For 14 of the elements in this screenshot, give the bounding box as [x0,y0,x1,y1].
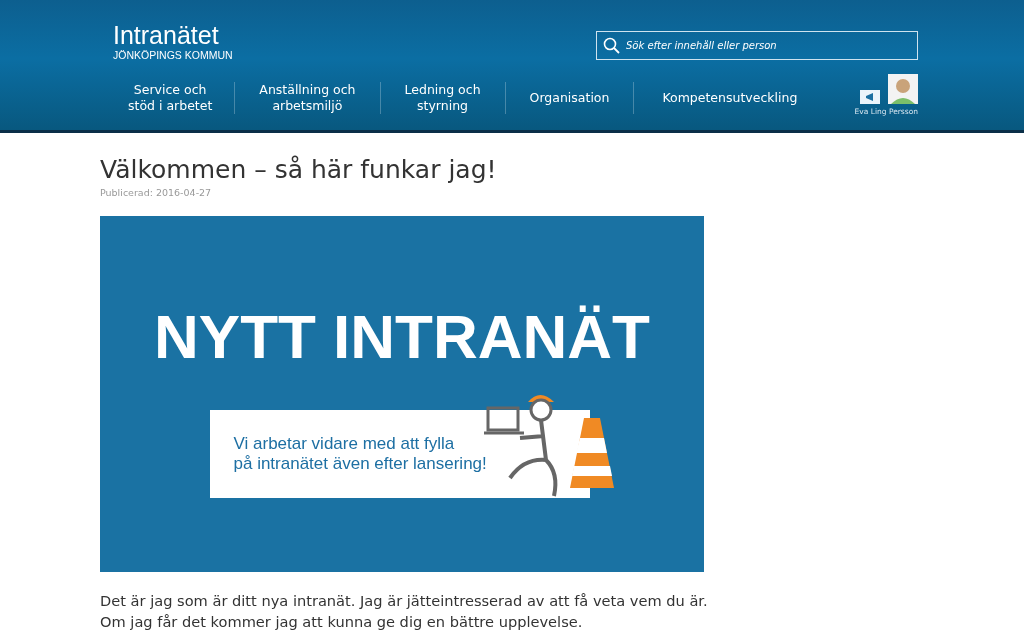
article-title: Välkommen – så här funkar jag! [100,155,498,185]
article-body: Det är jag som är ditt nya intranät. Jag är jätteintresserad av att få veta vem du är. Om jag får det kommer jag att kunna ge dig en bättre upplevelse. [100,591,709,632]
publish-date: Publicerad: 2016-04-27 [100,187,213,198]
nav-link[interactable]: Kompetensutveckling [633,82,826,114]
nav-link[interactable]: Anställning och arbetsmiljö [234,82,380,114]
search-icon [603,37,620,54]
banner-message: Vi arbetar vidare med att fylla på intranätet även efter lansering! [232,434,487,474]
search-field[interactable]: Sök efter innehåll eller person [596,31,918,60]
nav-link[interactable]: Service och stöd i arbetet [106,82,235,114]
banner-headline: NYTT INTRANÄT [154,302,650,372]
site-title[interactable]: Intranätet [113,22,233,49]
nav-link[interactable]: Organisation [504,82,634,114]
nav-link[interactable]: Ledning och styrning [379,82,505,114]
site-subtitle: JÖNKÖPINGS KOMMUN [113,49,233,61]
